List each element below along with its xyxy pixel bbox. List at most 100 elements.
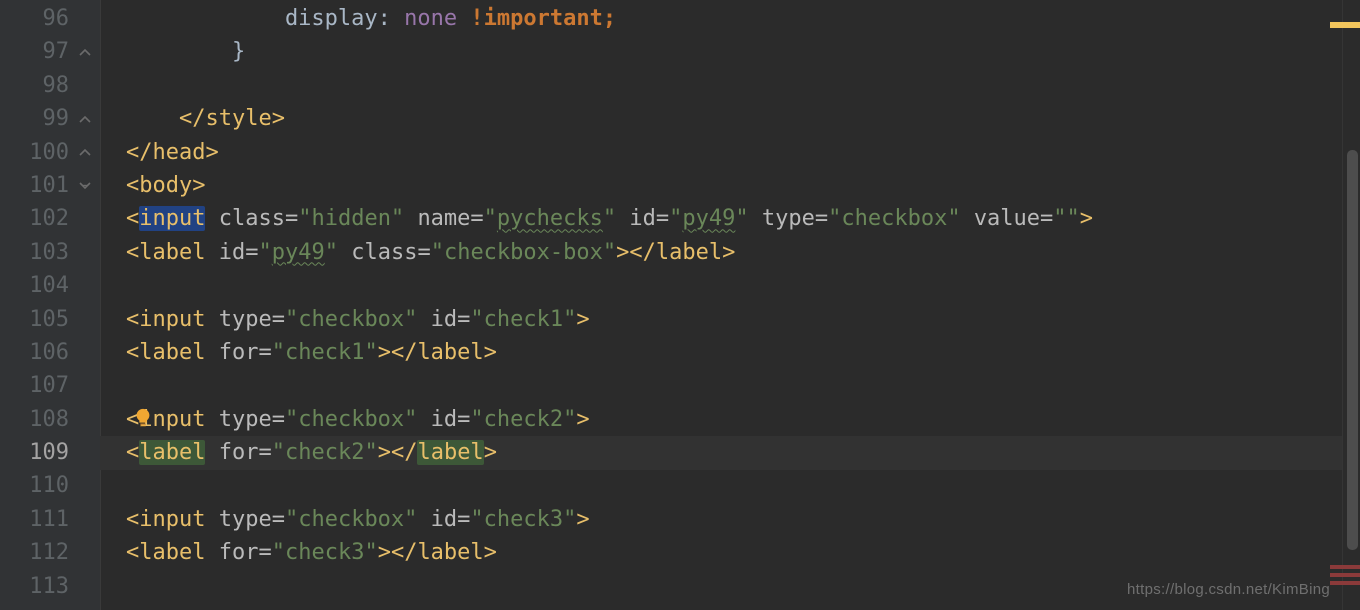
token: = bbox=[272, 407, 285, 432]
gutter-row[interactable]: 109 bbox=[0, 436, 99, 469]
token: <input bbox=[126, 507, 205, 532]
gutter-row[interactable]: 108 bbox=[0, 403, 99, 436]
token: "check1" bbox=[272, 340, 378, 365]
token: "checkbox-box" bbox=[431, 240, 616, 265]
token bbox=[749, 206, 762, 231]
fold-open-icon[interactable] bbox=[79, 180, 93, 192]
token: " bbox=[603, 206, 616, 231]
token: = bbox=[417, 240, 430, 265]
token: " bbox=[325, 240, 338, 265]
token: <body> bbox=[126, 173, 205, 198]
token: ; bbox=[603, 6, 616, 31]
code-line[interactable]: <body> bbox=[126, 169, 1360, 202]
token: id bbox=[629, 206, 656, 231]
code-line[interactable]: <input type="checkbox" id="check3"> bbox=[126, 503, 1360, 536]
code-line[interactable]: <input type="checkbox" id="check2"> bbox=[126, 403, 1360, 436]
token: name bbox=[417, 206, 470, 231]
fold-end-icon[interactable] bbox=[79, 113, 93, 125]
scrollbar-thumb[interactable] bbox=[1347, 150, 1358, 550]
token: > bbox=[1080, 206, 1093, 231]
code-line[interactable]: <label for="check2"></label> bbox=[126, 436, 1360, 469]
token: for bbox=[219, 440, 259, 465]
gutter-row[interactable]: 103 bbox=[0, 236, 99, 269]
token: = bbox=[1040, 206, 1053, 231]
token: id bbox=[431, 507, 458, 532]
error-markers[interactable] bbox=[1330, 565, 1360, 589]
intention-bulb-icon[interactable] bbox=[132, 407, 154, 429]
code-line[interactable]: <label for="check1"></label> bbox=[126, 336, 1360, 369]
token bbox=[961, 206, 974, 231]
gutter-row[interactable]: 113 bbox=[0, 570, 99, 603]
gutter-row[interactable]: 101 bbox=[0, 169, 99, 202]
token: input bbox=[139, 206, 205, 231]
token: ></label> bbox=[616, 240, 735, 265]
code-line[interactable]: <label for="check3"></label> bbox=[126, 536, 1360, 569]
token: = bbox=[258, 540, 271, 565]
token: = bbox=[656, 206, 669, 231]
gutter-row[interactable]: 102 bbox=[0, 202, 99, 235]
code-line[interactable]: display: none !important; bbox=[126, 2, 1360, 35]
token: "check1" bbox=[470, 307, 576, 332]
token: = bbox=[457, 407, 470, 432]
token bbox=[205, 407, 218, 432]
token: = bbox=[245, 240, 258, 265]
gutter-row[interactable]: 100 bbox=[0, 136, 99, 169]
gutter-row[interactable]: 105 bbox=[0, 303, 99, 336]
token: ></label> bbox=[378, 340, 497, 365]
token: "checkbox" bbox=[285, 407, 417, 432]
token: "check2" bbox=[272, 440, 378, 465]
token: "hidden" bbox=[298, 206, 404, 231]
fold-end-icon[interactable] bbox=[79, 46, 93, 58]
token: } bbox=[126, 39, 245, 64]
line-number: 104 bbox=[0, 269, 79, 302]
line-number: 112 bbox=[0, 536, 79, 569]
code-line[interactable] bbox=[126, 69, 1360, 102]
gutter-row[interactable]: 98 bbox=[0, 69, 99, 102]
scrollbar-track[interactable] bbox=[1342, 0, 1360, 610]
code-line[interactable] bbox=[126, 269, 1360, 302]
gutter-row[interactable]: 111 bbox=[0, 503, 99, 536]
code-editor[interactable]: 9697989910010110210310410510610710810911… bbox=[0, 0, 1360, 610]
watermark: https://blog.csdn.net/KimBing bbox=[1127, 581, 1330, 598]
line-number: 108 bbox=[0, 403, 79, 436]
token: > bbox=[378, 440, 391, 465]
token: for bbox=[219, 540, 259, 565]
gutter-row[interactable]: 112 bbox=[0, 536, 99, 569]
gutter-row[interactable]: 110 bbox=[0, 469, 99, 502]
token: = bbox=[285, 206, 298, 231]
code-area[interactable]: display: none !important; } </style> </he… bbox=[100, 0, 1360, 610]
code-line[interactable]: </head> bbox=[126, 136, 1360, 169]
code-line[interactable] bbox=[126, 369, 1360, 402]
code-line[interactable]: <input type="checkbox" id="check1"> bbox=[126, 303, 1360, 336]
token: display: bbox=[126, 6, 404, 31]
code-line[interactable]: </style> bbox=[126, 102, 1360, 135]
token: label bbox=[139, 440, 205, 465]
fold-end-icon[interactable] bbox=[79, 146, 93, 158]
token: ></label> bbox=[378, 540, 497, 565]
token: "check3" bbox=[272, 540, 378, 565]
token bbox=[205, 507, 218, 532]
warning-marker[interactable] bbox=[1330, 22, 1360, 28]
token: id bbox=[431, 307, 458, 332]
code-line[interactable]: <input class="hidden" name="pychecks" id… bbox=[126, 202, 1360, 235]
gutter-row[interactable]: 104 bbox=[0, 269, 99, 302]
gutter-row[interactable]: 96 bbox=[0, 2, 99, 35]
token bbox=[457, 6, 470, 31]
line-number: 110 bbox=[0, 469, 79, 502]
code-line[interactable] bbox=[126, 469, 1360, 502]
token: = bbox=[457, 307, 470, 332]
line-number: 97 bbox=[0, 35, 79, 68]
token: " bbox=[258, 240, 271, 265]
gutter-row[interactable]: 106 bbox=[0, 336, 99, 369]
code-line[interactable]: } bbox=[126, 35, 1360, 68]
token: pychecks bbox=[497, 206, 603, 231]
gutter-row[interactable]: 97 bbox=[0, 35, 99, 68]
token: " bbox=[735, 206, 748, 231]
token: id bbox=[219, 240, 246, 265]
gutter-row[interactable]: 99 bbox=[0, 102, 99, 135]
token: </style> bbox=[179, 106, 285, 131]
code-line[interactable]: <label id="py49" class="checkbox-box"></… bbox=[126, 236, 1360, 269]
gutter-row[interactable]: 107 bbox=[0, 369, 99, 402]
token: <label bbox=[126, 240, 205, 265]
token bbox=[417, 307, 430, 332]
